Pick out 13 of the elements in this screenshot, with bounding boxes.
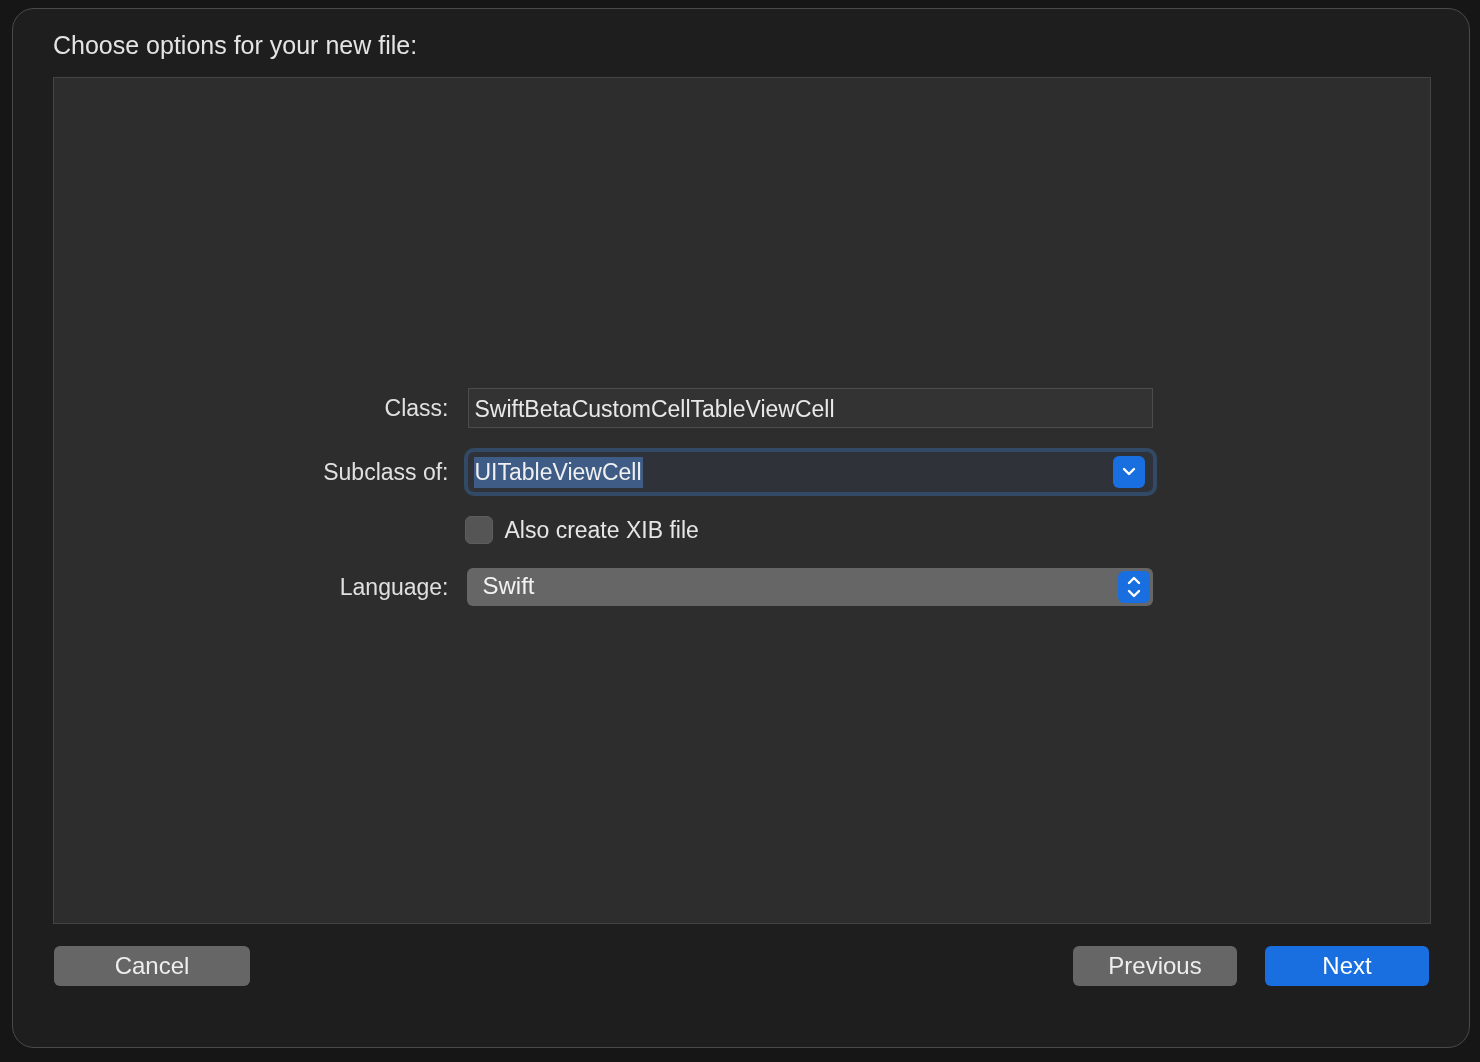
text-field[interactable]: SwiftBetaCustomCellTableViewCell [467,388,1153,428]
field-label: Class: [384,394,449,421]
cancel-button[interactable]: Cancel [54,946,250,986]
checkbox[interactable] [464,516,493,544]
popup-button[interactable]: Swift [466,568,1153,606]
field-label: Language: [339,573,449,600]
next-button[interactable]: Next [1265,946,1429,986]
chevron-down-icon[interactable] [1112,456,1145,488]
previous-button[interactable]: Previous [1073,946,1237,986]
up-down-chevron-icon[interactable] [1117,571,1150,603]
checkbox-label[interactable]: Also create XIB file [504,516,699,544]
dialog-title: Choose options for your new file: [53,31,419,61]
field-label: Subclass of: [323,458,449,485]
